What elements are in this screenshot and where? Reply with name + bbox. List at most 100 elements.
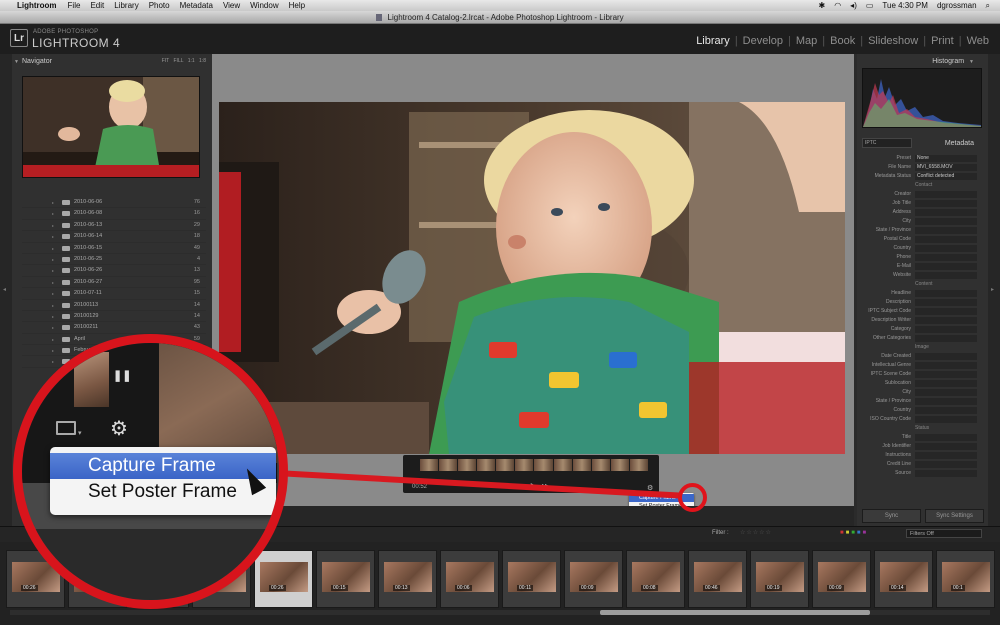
module-book[interactable]: Book (825, 35, 860, 47)
disclosure-icon[interactable]: ▸ (52, 300, 54, 311)
volume-icon[interactable]: ◂) (850, 0, 857, 11)
screen-icon[interactable] (56, 421, 76, 435)
menu-view[interactable]: View (223, 0, 240, 11)
metadata-field-value[interactable] (915, 308, 977, 315)
filmstrip-cell[interactable]: 00:08 (626, 550, 685, 608)
menu-edit[interactable]: Edit (90, 0, 104, 11)
metadata-field-value[interactable] (915, 200, 977, 207)
metadata-field-value[interactable] (915, 470, 977, 477)
disclosure-icon[interactable]: ▸ (52, 231, 54, 242)
metadata-field-value[interactable]: MVI_6558.MOV (915, 164, 977, 171)
battery-icon[interactable]: ▭ (866, 0, 874, 11)
metadata-field-value[interactable] (915, 380, 977, 387)
metadata-field-value[interactable] (915, 398, 977, 405)
menu-file[interactable]: File (68, 0, 81, 11)
gear-icon[interactable]: ⚙ (110, 419, 128, 439)
disclosure-icon[interactable]: ▸ (52, 322, 54, 333)
sync-settings-button[interactable]: Sync Settings (925, 509, 984, 523)
metadata-view-selector[interactable]: IPTC (862, 138, 912, 148)
filmstrip-cell[interactable]: 00:09 (812, 550, 871, 608)
metadata-field-value[interactable] (915, 254, 977, 261)
disclosure-icon[interactable]: ▸ (52, 254, 54, 265)
metadata-field-value[interactable] (915, 236, 977, 243)
metadata-field-value[interactable] (915, 335, 977, 342)
folder-item[interactable]: ▸ 2010-06-26 13 (22, 265, 206, 277)
metadata-field-value[interactable] (915, 209, 977, 216)
folder-item[interactable]: ▸ 20100129 14 (22, 311, 206, 323)
module-map[interactable]: Map (791, 35, 822, 47)
folder-item[interactable]: ▸ 20100211 43 (22, 322, 206, 334)
menu-user[interactable]: dgrossman (937, 0, 977, 11)
metadata-field-value[interactable] (915, 416, 977, 423)
filter-preset-select[interactable]: Filters Off (906, 529, 982, 538)
rating-filter-icon[interactable]: ☆☆☆☆☆ (740, 529, 772, 536)
disclosure-icon[interactable]: ▸ (52, 220, 54, 231)
filmstrip-cell[interactable]: 00:14 (874, 550, 933, 608)
metadata-field-value[interactable] (915, 461, 977, 468)
main-photo[interactable] (219, 102, 845, 454)
metadata-field-value[interactable] (915, 353, 977, 360)
folder-item[interactable]: ▸ 2010-07-11 15 (22, 288, 206, 300)
menu-help[interactable]: Help (289, 0, 305, 11)
spotlight-icon[interactable]: ⌕ (986, 0, 990, 11)
right-panel-toggle-icon[interactable]: ▸ (991, 286, 994, 293)
module-web[interactable]: Web (962, 35, 994, 47)
filmstrip-cell[interactable]: 00:46 (688, 550, 747, 608)
disclosure-icon[interactable]: ▸ (52, 277, 54, 288)
menu-photo[interactable]: Photo (149, 0, 170, 11)
metadata-field-value[interactable] (915, 245, 977, 252)
metadata-field-value[interactable] (915, 317, 977, 324)
metadata-field-value[interactable] (915, 290, 977, 297)
filmstrip-cell[interactable]: 00:19 (750, 550, 809, 608)
window-title-bar[interactable]: Lightroom 4 Catalog-2.lrcat - Adobe Phot… (0, 11, 1000, 24)
metadata-field-value[interactable] (915, 434, 977, 441)
metadata-field-value[interactable] (915, 263, 977, 270)
histogram[interactable] (862, 68, 982, 128)
disclosure-icon[interactable]: ▸ (52, 243, 54, 254)
metadata-field-value[interactable] (915, 272, 977, 279)
filmstrip-cell[interactable]: 00:1 (936, 550, 995, 608)
metadata-field-value[interactable] (915, 326, 977, 333)
menu-window[interactable]: Window (250, 0, 278, 11)
folder-item[interactable]: ▸ 2010-06-06 76 (22, 197, 206, 209)
pause-icon[interactable]: ❚❚ (113, 369, 131, 382)
histogram-collapse-icon[interactable]: ▼ (969, 59, 974, 65)
filmstrip-cell[interactable]: 00:09 (564, 550, 623, 608)
filmstrip-cell[interactable]: 00:15 (316, 550, 375, 608)
menu-app-name[interactable]: Lightroom (17, 0, 57, 11)
disclosure-icon[interactable]: ▸ (52, 265, 54, 276)
metadata-field-value[interactable] (915, 227, 977, 234)
menu-library[interactable]: Library (114, 0, 138, 11)
disclosure-icon[interactable]: ▸ (52, 208, 54, 219)
metadata-field-value[interactable] (915, 362, 977, 369)
module-print[interactable]: Print (926, 35, 959, 47)
metadata-preset-select[interactable]: None (915, 155, 977, 162)
module-library[interactable]: Library (691, 35, 735, 47)
metadata-field-value[interactable] (915, 218, 977, 225)
folder-item[interactable]: ▸ 2010-06-13 29 (22, 220, 206, 232)
disclosure-icon[interactable]: ▸ (52, 311, 54, 322)
folder-item[interactable]: ▸ 2010-06-08 16 (22, 208, 206, 220)
set-poster-frame-item[interactable]: Set Poster Frame (50, 479, 276, 505)
filmstrip-scroll-thumb[interactable] (600, 610, 870, 615)
video-frame-strip[interactable] (420, 459, 648, 471)
metadata-field-value[interactable] (915, 407, 977, 414)
folder-item[interactable]: ▸ 2010-06-25 4 (22, 254, 206, 266)
metadata-field-value[interactable] (915, 452, 977, 459)
folder-item[interactable]: ▸ 20100113 14 (22, 300, 206, 311)
sync-button[interactable]: Sync (862, 509, 921, 523)
folder-item[interactable]: ▸ 2010-06-14 18 (22, 231, 206, 243)
folder-item[interactable]: ▸ 2010-06-15 49 (22, 243, 206, 254)
histogram-header[interactable]: Histogram ▼ (862, 56, 984, 67)
menu-metadata[interactable]: Metadata (180, 0, 213, 11)
metadata-field-value[interactable] (915, 389, 977, 396)
navigator-zoom-options[interactable]: FIT FILL 1:1 1:8 (162, 56, 206, 67)
metadata-header[interactable]: IPTC Metadata (862, 138, 984, 149)
metadata-field-value[interactable] (915, 191, 977, 198)
wifi-icon[interactable]: ◠ (834, 0, 841, 11)
disclosure-icon[interactable]: ▸ (52, 288, 54, 299)
metadata-field-value[interactable]: Conflict detected (915, 173, 977, 180)
color-label-filter[interactable]: ■■■■■ (840, 530, 868, 536)
metadata-field-value[interactable] (915, 443, 977, 450)
module-slideshow[interactable]: Slideshow (863, 35, 923, 47)
